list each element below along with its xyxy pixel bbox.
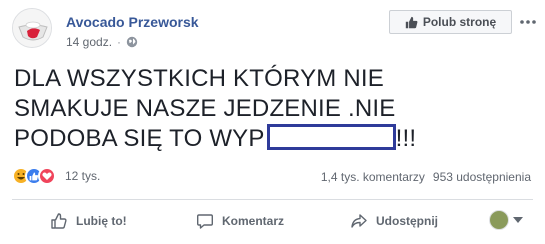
like-page-button[interactable]: Polub stronę [389,10,512,34]
thumbs-up-icon [405,16,418,28]
share-count-link[interactable]: 953 udostępnienia [433,170,531,184]
comment-count-link[interactable]: 1,4 tys. komentarzy [321,170,425,184]
page-avatar[interactable] [12,8,52,48]
love-reaction-icon [38,167,56,185]
share-button[interactable]: Udostępnij [350,208,438,234]
comment-button-label: Komentarz [222,214,285,228]
share-arrow-icon [351,214,367,228]
facebook-post: Avocado Przeworsk 14 godz. · Polub stron… [0,0,545,244]
meta-separator: · [117,35,122,49]
globe-icon[interactable] [126,36,138,48]
post-meta: 14 godz. · [66,35,138,49]
post-body: DLA WSZYSTKICH KTÓRYM NIE SMAKUJE NASZE … [14,64,534,154]
actor-avatar [489,210,509,230]
post-text-fragment: !!! [395,125,417,152]
post-text-fragment: PODOBA SIĘ TO WYP [14,125,265,152]
post-timestamp[interactable]: 14 godz. [66,35,112,49]
redaction-box [266,124,396,150]
like-page-label: Polub stronę [422,15,497,29]
comment-button[interactable]: Komentarz [196,208,284,234]
share-button-label: Udostępnij [376,214,438,228]
avocado-logo-icon [13,9,51,47]
ellipsis-icon [520,20,536,24]
thumbs-up-outline-icon [51,213,67,229]
reaction-count: 12 tys. [65,169,101,183]
post-as-selector[interactable] [489,210,523,230]
divider [12,199,533,200]
reactions-summary[interactable]: 12 tys. [12,167,100,185]
post-text-line: DLA WSZYSTKICH KTÓRYM NIE [14,65,384,92]
comment-bubble-icon [197,214,213,229]
post-text-line: SMAKUJE NASZE JEDZENIE .NIE [14,95,396,122]
like-button-label: Lubię to! [76,214,127,228]
page-name-link[interactable]: Avocado Przeworsk [66,14,199,30]
post-text-line: PODOBA SIĘ TO WYP!!! [14,124,534,154]
caret-down-icon [513,217,523,223]
like-button[interactable]: Lubię to! [50,208,127,234]
engagement-stats: 1,4 tys. komentarzy 953 udostępnienia [321,170,531,184]
more-options-icon[interactable] [516,10,540,34]
